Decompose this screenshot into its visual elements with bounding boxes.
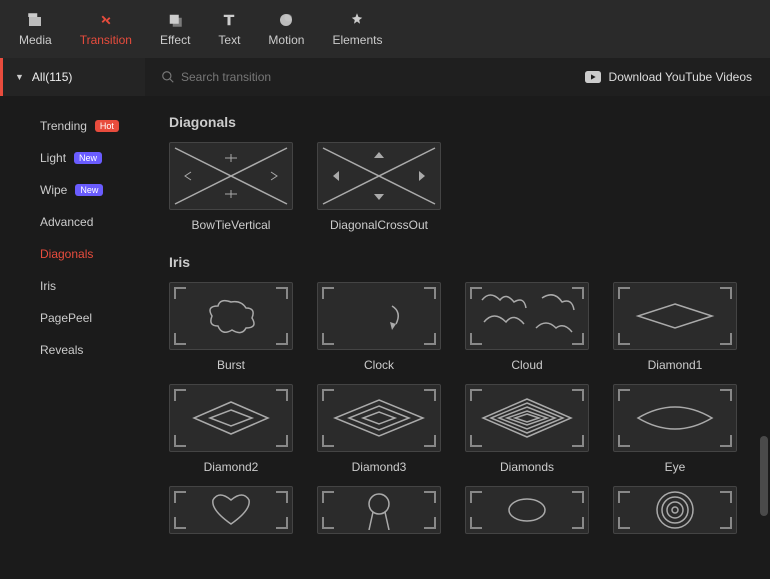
transition-card-diamond2[interactable]: Diamond2	[169, 384, 293, 474]
scrollbar[interactable]	[760, 436, 768, 516]
content: Diagonals BowTieVertical DiagonalCrossOut I…	[145, 96, 770, 579]
tab-label: Motion	[268, 33, 304, 47]
thumb	[317, 142, 441, 210]
transition-icon	[97, 11, 115, 29]
transition-card-bowtievertical[interactable]: BowTieVertical	[169, 142, 293, 232]
sidebar-item-iris[interactable]: Iris	[0, 270, 145, 302]
text-icon	[220, 11, 238, 29]
badge-new: New	[75, 184, 103, 196]
section-title-iris: Iris	[169, 254, 752, 270]
thumb	[613, 384, 737, 452]
sidebar-item-wipe[interactable]: Wipe New	[0, 174, 145, 206]
download-youtube-label: Download YouTube Videos	[609, 70, 752, 84]
thumb	[169, 142, 293, 210]
tab-media[interactable]: Media	[5, 5, 66, 53]
card-label: Cloud	[465, 358, 589, 372]
thumb	[613, 282, 737, 350]
badge-hot: Hot	[95, 120, 119, 132]
sidebar-item-label: Light	[40, 151, 66, 165]
card-label: Diamond2	[169, 460, 293, 474]
top-tabs: Media Transition Effect Text Motion Elements	[0, 0, 770, 58]
category-dropdown-label: All(115)	[32, 70, 72, 84]
sidebar-item-diagonals[interactable]: Diagonals	[0, 238, 145, 270]
media-icon	[26, 11, 44, 29]
sidebar-item-label: Iris	[40, 279, 56, 293]
tab-motion[interactable]: Motion	[254, 5, 318, 53]
card-label: Eye	[613, 460, 737, 474]
sidebar-item-label: Trending	[40, 119, 87, 133]
transition-card-keyhole[interactable]	[317, 486, 441, 534]
thumb	[169, 486, 293, 534]
sidebar-item-label: PagePeel	[40, 311, 92, 325]
transition-card-rings[interactable]	[613, 486, 737, 534]
sidebar-item-trending[interactable]: Trending Hot	[0, 110, 145, 142]
thumb	[465, 486, 589, 534]
thumb	[613, 486, 737, 534]
transition-card-eye[interactable]: Eye	[613, 384, 737, 474]
section-title-diagonals: Diagonals	[169, 114, 752, 130]
transition-card-clock[interactable]: Clock	[317, 282, 441, 372]
transition-card-heart[interactable]	[169, 486, 293, 534]
transition-card-diamond3[interactable]: Diamond3	[317, 384, 441, 474]
sidebar-item-pagepeel[interactable]: PagePeel	[0, 302, 145, 334]
card-label: Diamonds	[465, 460, 589, 474]
thumb	[317, 282, 441, 350]
card-label: Burst	[169, 358, 293, 372]
thumb	[317, 486, 441, 534]
sidebar-item-light[interactable]: Light New	[0, 142, 145, 174]
grid-diagonals: BowTieVertical DiagonalCrossOut	[169, 142, 752, 232]
grid-iris: Burst Clock Cloud Diamond1 Diamond2 Diamond3 D…	[169, 282, 752, 534]
category-dropdown[interactable]: ▼ All(115)	[0, 58, 145, 96]
sidebar-item-label: Wipe	[40, 183, 67, 197]
card-label: Diamond3	[317, 460, 441, 474]
effect-icon	[166, 11, 184, 29]
sidebar-item-reveals[interactable]: Reveals	[0, 334, 145, 366]
tab-label: Effect	[160, 33, 190, 47]
tab-label: Elements	[332, 33, 382, 47]
tab-text[interactable]: Text	[204, 5, 254, 53]
transition-card-diamond1[interactable]: Diamond1	[613, 282, 737, 372]
thumb	[465, 282, 589, 350]
transition-card-cloud[interactable]: Cloud	[465, 282, 589, 372]
card-label: BowTieVertical	[169, 218, 293, 232]
main: Trending Hot Light New Wipe New Advanced Diagon…	[0, 96, 770, 579]
tab-label: Media	[19, 33, 52, 47]
transition-card-diamonds[interactable]: Diamonds	[465, 384, 589, 474]
toolbar: ▼ All(115) Download YouTube Videos	[0, 58, 770, 96]
transition-card-oval[interactable]	[465, 486, 589, 534]
thumb	[169, 384, 293, 452]
thumb	[169, 282, 293, 350]
chevron-down-icon: ▼	[15, 72, 24, 82]
sidebar: Trending Hot Light New Wipe New Advanced Diagon…	[0, 96, 145, 579]
thumb	[317, 384, 441, 452]
tab-label: Text	[218, 33, 240, 47]
tab-elements[interactable]: Elements	[318, 5, 396, 53]
youtube-icon	[585, 71, 601, 83]
card-label: DiagonalCrossOut	[317, 218, 441, 232]
motion-icon	[277, 11, 295, 29]
badge-new: New	[74, 152, 102, 164]
thumb	[465, 384, 589, 452]
sidebar-item-label: Reveals	[40, 343, 83, 357]
tab-transition[interactable]: Transition	[66, 5, 146, 53]
search-icon	[161, 70, 175, 84]
sidebar-item-label: Diagonals	[40, 247, 93, 261]
download-youtube-link[interactable]: Download YouTube Videos	[585, 70, 770, 84]
transition-card-diagonalcrossout[interactable]: DiagonalCrossOut	[317, 142, 441, 232]
card-label: Diamond1	[613, 358, 737, 372]
card-label: Clock	[317, 358, 441, 372]
sidebar-item-advanced[interactable]: Advanced	[0, 206, 145, 238]
elements-icon	[348, 11, 366, 29]
tab-effect[interactable]: Effect	[146, 5, 204, 53]
tab-label: Transition	[80, 33, 132, 47]
sidebar-item-label: Advanced	[40, 215, 93, 229]
search-input[interactable]	[181, 70, 361, 84]
transition-card-burst[interactable]: Burst	[169, 282, 293, 372]
search-wrap	[145, 70, 585, 84]
